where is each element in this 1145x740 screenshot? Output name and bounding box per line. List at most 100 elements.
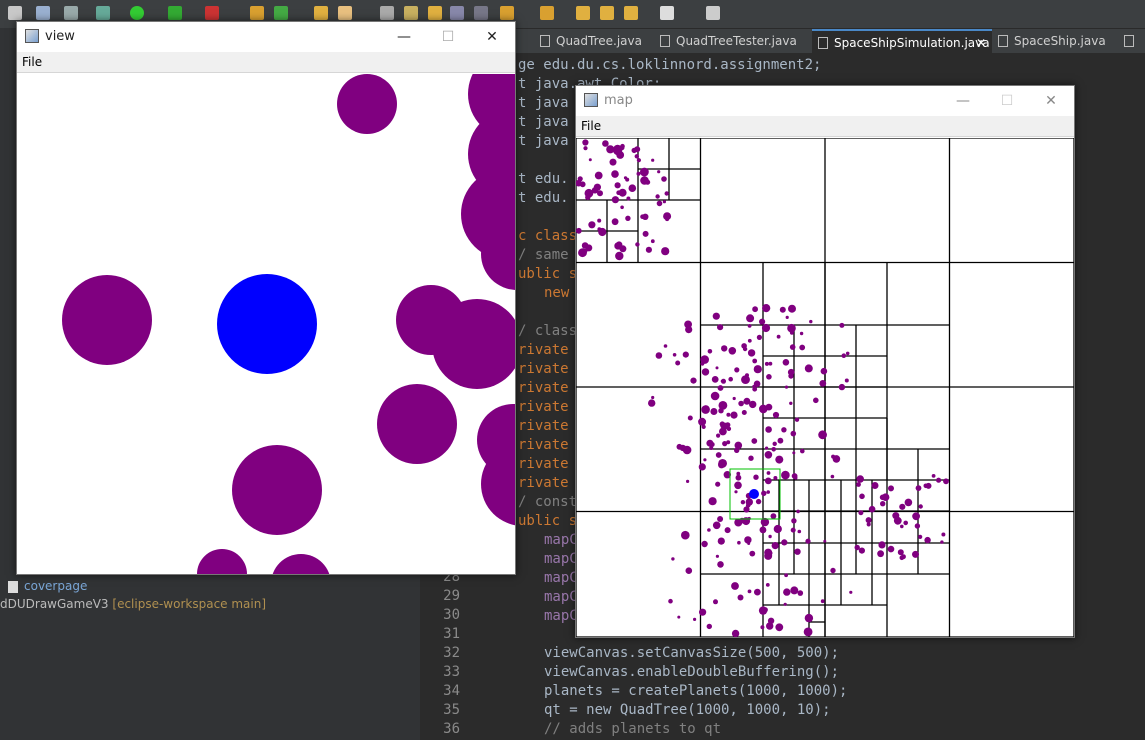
new-icon[interactable] (250, 6, 264, 20)
planet-dot (717, 537, 725, 545)
planet-dot (912, 512, 920, 521)
planet-dot (655, 352, 663, 359)
arrow-right-icon[interactable] (600, 6, 614, 20)
planet-dot (671, 557, 675, 561)
minimize-button[interactable]: — (389, 26, 419, 48)
view-canvas[interactable] (17, 74, 515, 574)
planet-dot (849, 590, 853, 594)
close-button[interactable]: ✕ (1036, 90, 1066, 112)
pilcrow-icon[interactable] (474, 6, 488, 20)
toolbar-icon[interactable] (380, 6, 394, 20)
code-line: / const (518, 494, 578, 510)
planet-dot (770, 513, 777, 519)
line-number: 36 (443, 721, 460, 737)
coverage-icon[interactable] (168, 6, 182, 20)
planet-dot (741, 410, 747, 415)
code-line: mapC (544, 608, 578, 624)
forward-icon[interactable] (660, 6, 674, 20)
external-tools-icon[interactable] (205, 6, 219, 20)
planet-dot (903, 520, 908, 526)
planet-dot (772, 441, 777, 446)
planet-dot (767, 617, 775, 624)
planet-dot (712, 312, 720, 320)
planet-dot (765, 583, 770, 587)
close-tab-icon[interactable]: ✕ (976, 31, 986, 55)
pencil-icon[interactable] (338, 6, 352, 20)
line-number: 29 (443, 588, 460, 604)
planet-dot (734, 481, 742, 490)
planet-dot (623, 176, 628, 180)
planet-dot (672, 353, 677, 357)
planet-dot (743, 506, 750, 513)
planet-dot (759, 318, 766, 325)
refresh-icon[interactable] (274, 6, 288, 20)
open-folder-icon[interactable] (314, 6, 328, 20)
planet-dot (897, 549, 904, 556)
planet-dot (747, 589, 752, 594)
debug-icon[interactable] (96, 6, 110, 20)
toolbar-icon[interactable] (500, 6, 514, 20)
code-line: rivate (518, 342, 569, 358)
planet-dot (918, 534, 923, 539)
menu-file[interactable]: File (581, 119, 601, 133)
tab-spaceshipsimulation[interactable]: SpaceShipSimulation.java ✕ (812, 29, 992, 53)
maximize-button[interactable]: ☐ (433, 26, 463, 48)
toolbar-icon[interactable] (8, 6, 22, 20)
file-icon (8, 580, 18, 593)
line-number: 32 (443, 645, 460, 661)
planet-dot (708, 497, 717, 506)
toolbar-icon[interactable] (64, 6, 78, 20)
java-file-icon (1124, 35, 1134, 47)
code-line: t java (518, 114, 569, 130)
marker-icon[interactable] (404, 6, 418, 20)
toolbar-icon[interactable] (540, 6, 554, 20)
planet-dot (764, 361, 769, 366)
window-title: view (45, 29, 75, 44)
view-titlebar[interactable]: view — ☐ ✕ (17, 22, 515, 52)
close-button[interactable]: ✕ (477, 26, 507, 48)
planet-dot (783, 588, 791, 596)
tab-quadtree[interactable]: QuadTree.java (534, 29, 642, 53)
tab-spaceship[interactable]: SpaceShip.java (992, 29, 1112, 53)
code-line: new (544, 285, 570, 301)
toolbar-icon[interactable] (706, 6, 720, 20)
tree-item-project[interactable]: dDUDrawGameV3 [eclipse-workspace main] (0, 595, 266, 613)
java-app-icon (584, 93, 598, 107)
planet-dot (585, 194, 591, 201)
tab-overflow[interactable] (1118, 29, 1145, 53)
arrow-left-icon[interactable] (576, 6, 590, 20)
code-line: t edu. (518, 190, 569, 206)
planet-dot (888, 485, 894, 492)
planet-dot (682, 351, 689, 358)
maximize-button[interactable]: ☐ (992, 90, 1022, 112)
planet-dot (616, 190, 621, 195)
toolbar-icon[interactable] (450, 6, 464, 20)
run-icon[interactable] (130, 6, 144, 20)
menu-file[interactable]: File (22, 55, 42, 69)
planet-dot (690, 377, 697, 384)
planet (62, 275, 152, 365)
toolbar-icon[interactable] (36, 6, 50, 20)
toolbar-icon[interactable] (428, 6, 442, 20)
view-window: view — ☐ ✕ File (16, 21, 516, 575)
tree-item-coverpage[interactable]: coverpage (8, 577, 87, 595)
planet-dot (717, 385, 724, 391)
code-line: mapC (544, 551, 578, 567)
planet-dot (656, 200, 663, 207)
planet-dot (655, 194, 660, 199)
tab-quadtreetester[interactable]: QuadTreeTester.java (654, 29, 812, 53)
planet-dot (768, 361, 773, 366)
planet-dot (940, 540, 944, 544)
planet-dot (789, 344, 796, 350)
planet-dot (879, 494, 886, 501)
map-canvas[interactable] (576, 138, 1074, 637)
planet-dot (748, 455, 754, 461)
code-line: viewCanvas.enableDoubleBuffering(); (544, 664, 840, 680)
java-file-icon (540, 35, 550, 47)
code-line: ge edu.du.cs.loklinnord.assignment2; (518, 57, 822, 73)
map-titlebar[interactable]: map — ☐ ✕ (576, 86, 1074, 116)
planet-dot (859, 493, 865, 500)
minimize-button[interactable]: — (948, 90, 978, 112)
planet-dot (734, 367, 740, 373)
back-icon[interactable] (624, 6, 638, 20)
